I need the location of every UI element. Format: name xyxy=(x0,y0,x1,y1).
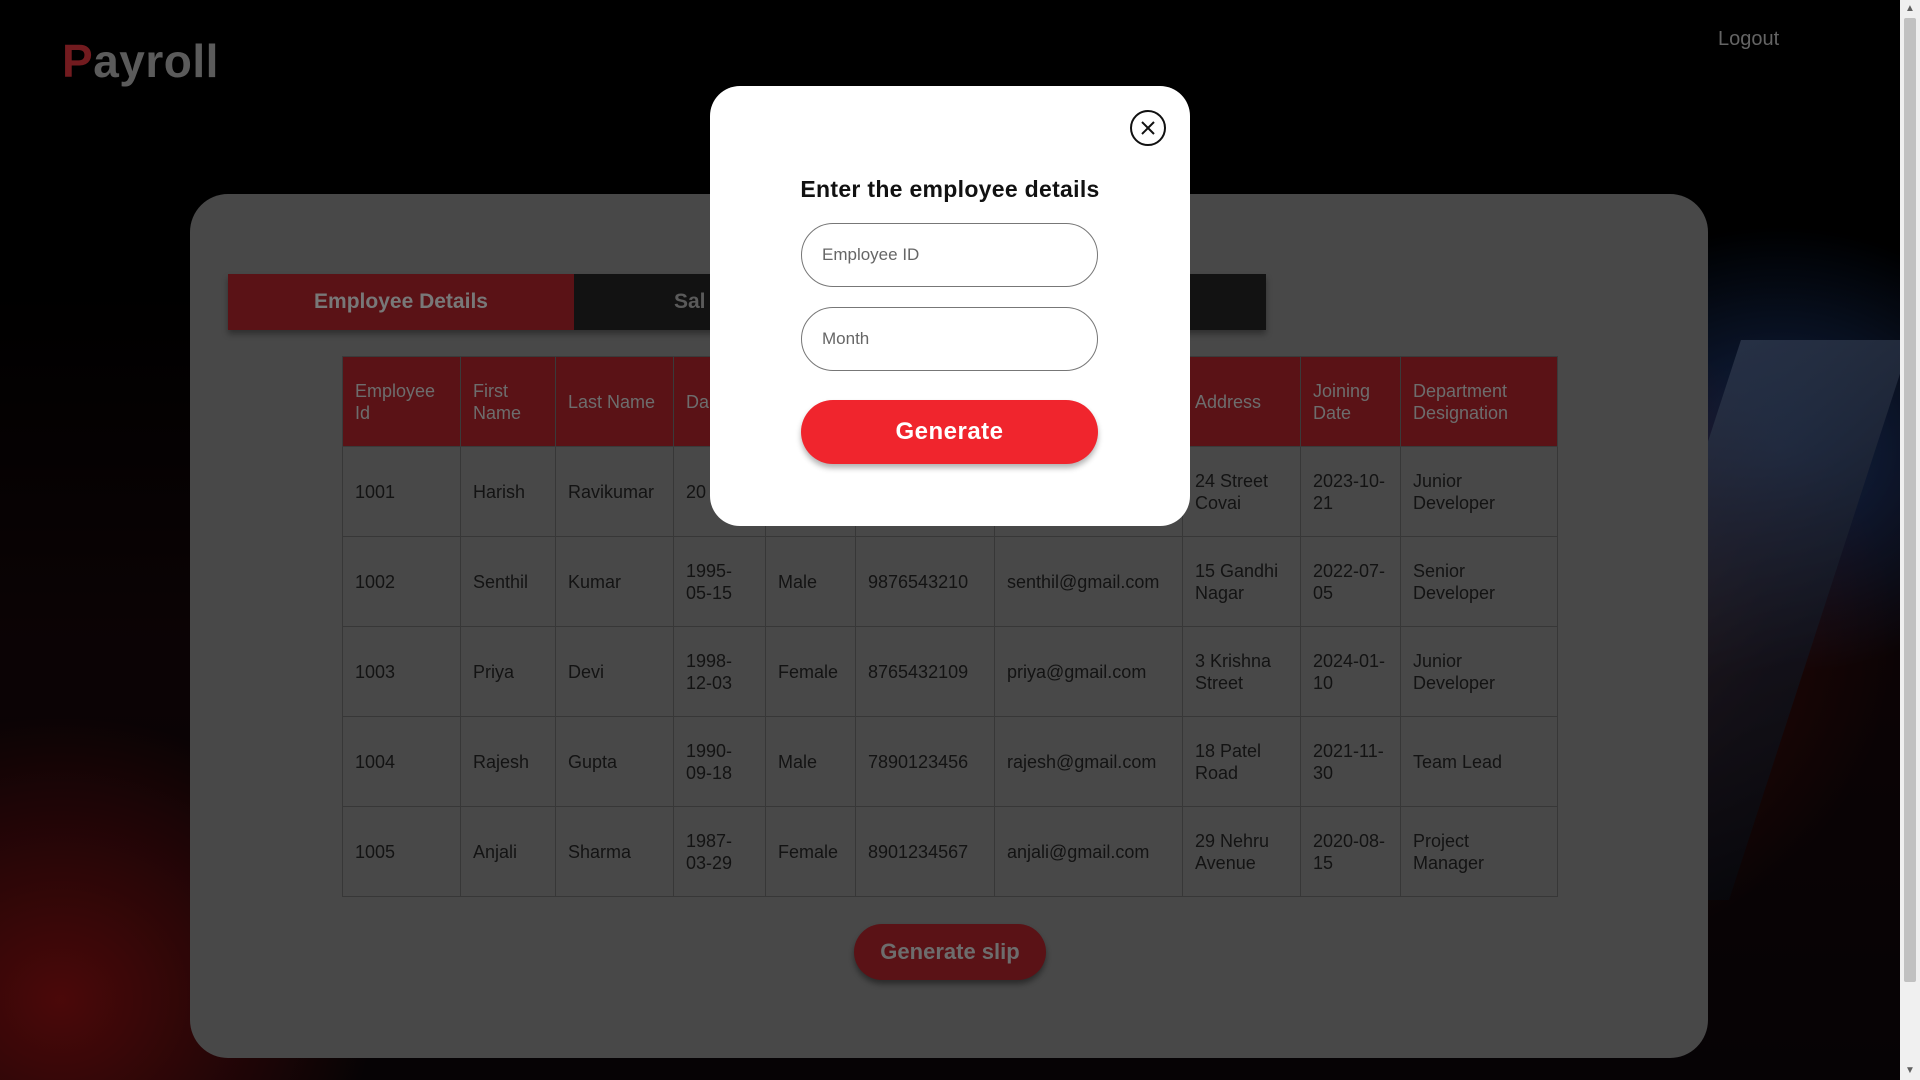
close-circle-icon xyxy=(1141,121,1155,135)
close-button[interactable] xyxy=(1130,110,1166,146)
vertical-scrollbar[interactable]: ▲ ▼ xyxy=(1900,0,1920,1080)
employee-id-input[interactable] xyxy=(801,223,1098,287)
modal-title: Enter the employee details xyxy=(800,176,1100,202)
scroll-thumb[interactable] xyxy=(1904,18,1916,982)
employee-details-modal: Enter the employee details Generate xyxy=(710,86,1190,526)
month-input[interactable] xyxy=(801,307,1098,371)
scroll-up-icon[interactable]: ▲ xyxy=(1900,0,1920,18)
generate-button[interactable]: Generate xyxy=(801,400,1098,464)
scroll-down-icon[interactable]: ▼ xyxy=(1900,1062,1920,1080)
